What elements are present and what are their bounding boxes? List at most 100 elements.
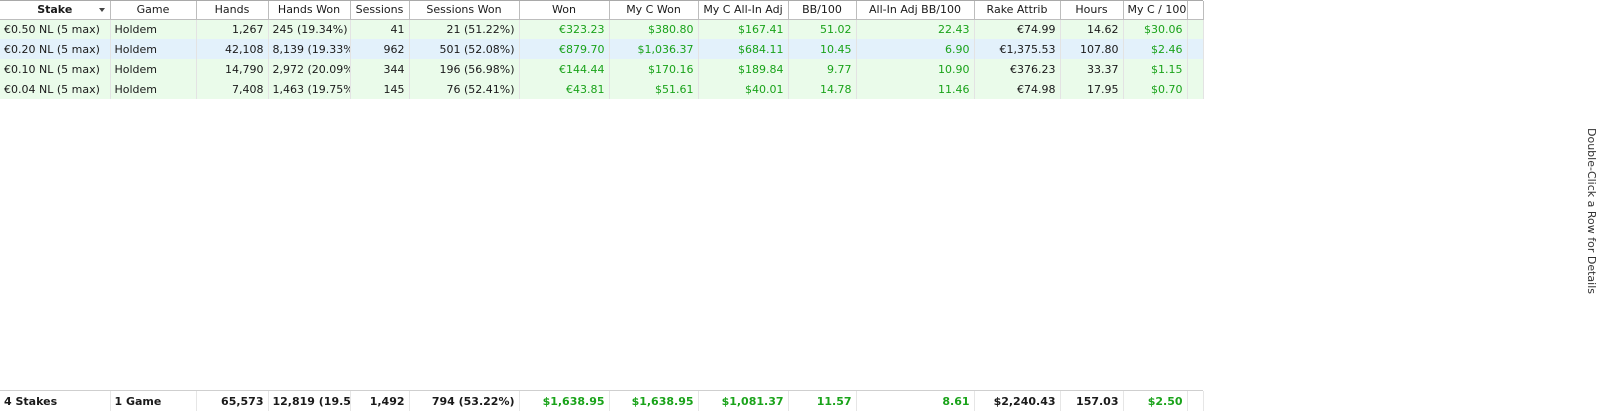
cell-won: €43.81 [519,79,610,99]
cell-sessions: 962 [350,39,410,59]
table-row[interactable]: €0.04 NL (5 max) Holdem 7,408 1,463 (19.… [0,79,1204,99]
total-won: $1,638.95 [519,391,610,411]
cell-bb-100: 10.45 [788,39,857,59]
column-header-hands[interactable]: Hands [196,1,269,20]
cell-hands-won: 8,139 (19.33%) [268,39,351,59]
cell-game: Holdem [110,79,197,99]
cell-my-c-all-in-adj: $167.41 [698,19,789,39]
total-my-c-per-100: $2.50 [1123,391,1188,411]
cell-my-c-all-in-adj: $189.84 [698,59,789,79]
cell-bb-100: 14.78 [788,79,857,99]
cell-my-c-per-100: $0.70 [1123,79,1188,99]
cell-game: Holdem [110,39,197,59]
cell-my-c-won: $1,036.37 [609,39,699,59]
column-header-rake-attrib[interactable]: Rake Attrib [974,1,1061,20]
cell-hands: 14,790 [196,59,269,79]
total-stakes: 4 Stakes [0,391,111,411]
cell-game: Holdem [110,59,197,79]
total-filler [1187,391,1204,411]
cell-sessions-won: 76 (52.41%) [409,79,520,99]
cell-stake: €0.04 NL (5 max) [0,79,111,99]
cell-my-c-per-100: $2.46 [1123,39,1188,59]
total-bb-100: 11.57 [788,391,857,411]
stats-table: Stake Game Hands Hands Won Sessions Sess… [0,1,1204,99]
cell-hands-won: 245 (19.34%) [268,19,351,39]
column-header-stake[interactable]: Stake [0,1,111,20]
column-header-game[interactable]: Game [110,1,197,20]
cell-rake-attrib: €74.98 [974,79,1061,99]
total-rake-attrib: $2,240.43 [974,391,1061,411]
cell-filler [1187,79,1204,99]
cell-bb-100: 9.77 [788,59,857,79]
cell-sessions-won: 21 (51.22%) [409,19,520,39]
cell-game: Holdem [110,19,197,39]
cell-won: €144.44 [519,59,610,79]
cell-all-in-adj-bb-100: 6.90 [856,39,975,59]
cell-hands: 1,267 [196,19,269,39]
table-row[interactable]: €0.50 NL (5 max) Holdem 1,267 245 (19.34… [0,19,1204,39]
cell-sessions: 41 [350,19,410,39]
cell-sessions: 344 [350,59,410,79]
cell-filler [1187,19,1204,39]
cell-sessions-won: 196 (56.98%) [409,59,520,79]
cell-all-in-adj-bb-100: 10.90 [856,59,975,79]
double-click-hint: Double-Click a Row for Details [1585,128,1598,295]
cell-hours: 17.95 [1060,79,1124,99]
column-header-hands-won[interactable]: Hands Won [268,1,351,20]
total-hands: 65,573 [196,391,269,411]
cell-my-c-won: $380.80 [609,19,699,39]
column-header-my-c-all-in-adj[interactable]: My C All-In Adj [698,1,789,20]
cell-my-c-all-in-adj: $684.11 [698,39,789,59]
total-games: 1 Game [110,391,197,411]
cell-hours: 14.62 [1060,19,1124,39]
cell-my-c-per-100: $1.15 [1123,59,1188,79]
cell-filler [1187,39,1204,59]
column-header-my-c-per-100[interactable]: My C / 100 [1123,1,1188,20]
table-row[interactable]: €0.20 NL (5 max) Holdem 42,108 8,139 (19… [0,39,1204,59]
cell-stake: €0.10 NL (5 max) [0,59,111,79]
total-all-in-adj-bb-100: 8.61 [856,391,975,411]
header-row: Stake Game Hands Hands Won Sessions Sess… [0,1,1204,20]
column-header-hours[interactable]: Hours [1060,1,1124,20]
cell-hours: 33.37 [1060,59,1124,79]
cell-my-c-per-100: $30.06 [1123,19,1188,39]
cell-hands: 7,408 [196,79,269,99]
cell-sessions-won: 501 (52.08%) [409,39,520,59]
total-my-c-won: $1,638.95 [609,391,699,411]
stats-grid: Stake Game Hands Hands Won Sessions Sess… [0,0,1204,411]
cell-hands-won: 2,972 (20.09%) [268,59,351,79]
cell-my-c-won: $51.61 [609,79,699,99]
totals-row: 4 Stakes 1 Game 65,573 12,819 (19.55%) 1… [0,391,1204,411]
sort-descending-icon[interactable] [98,8,105,12]
total-my-c-all-in-adj: $1,081.37 [698,391,789,411]
column-header-sessions[interactable]: Sessions [350,1,410,20]
stakes-report-window: Stake Game Hands Hands Won Sessions Sess… [0,0,1611,411]
column-header-won[interactable]: Won [519,1,610,20]
cell-my-c-all-in-adj: $40.01 [698,79,789,99]
totals-bar: 4 Stakes 1 Game 65,573 12,819 (19.55%) 1… [0,390,1204,411]
total-hours: 157.03 [1060,391,1124,411]
cell-sessions: 145 [350,79,410,99]
table-row[interactable]: €0.10 NL (5 max) Holdem 14,790 2,972 (20… [0,59,1204,79]
column-header-bb-100[interactable]: BB/100 [788,1,857,20]
cell-all-in-adj-bb-100: 11.46 [856,79,975,99]
total-sessions-won: 794 (53.22%) [409,391,520,411]
cell-won: €879.70 [519,39,610,59]
column-header-my-c-won[interactable]: My C Won [609,1,699,20]
column-header-sessions-won[interactable]: Sessions Won [409,1,520,20]
totals-table: 4 Stakes 1 Game 65,573 12,819 (19.55%) 1… [0,391,1204,411]
cell-filler [1187,59,1204,79]
cell-won: €323.23 [519,19,610,39]
cell-rake-attrib: €74.99 [974,19,1061,39]
cell-rake-attrib: €1,375.53 [974,39,1061,59]
column-header-all-in-adj-bb-100[interactable]: All-In Adj BB/100 [856,1,975,20]
total-hands-won: 12,819 (19.55%) [268,391,351,411]
cell-all-in-adj-bb-100: 22.43 [856,19,975,39]
cell-hands-won: 1,463 (19.75%) [268,79,351,99]
cell-stake: €0.20 NL (5 max) [0,39,111,59]
cell-rake-attrib: €376.23 [974,59,1061,79]
cell-bb-100: 51.02 [788,19,857,39]
cell-stake: €0.50 NL (5 max) [0,19,111,39]
cell-hours: 107.80 [1060,39,1124,59]
column-header-filler [1187,1,1204,20]
